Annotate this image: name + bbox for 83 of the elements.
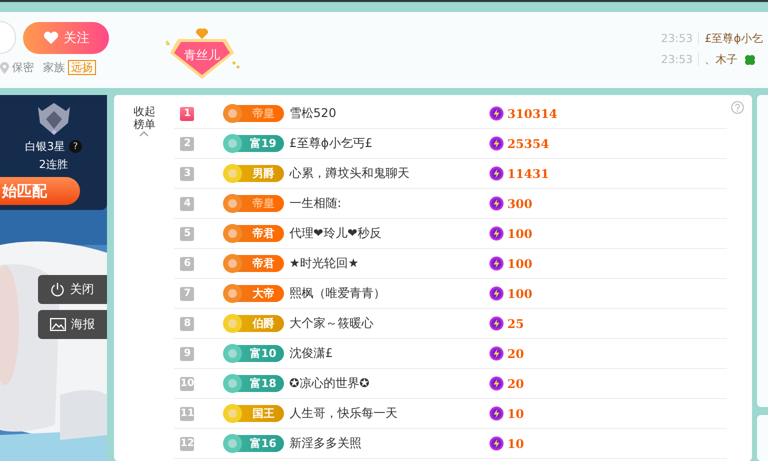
lightning-coin-icon [489, 196, 504, 211]
fan-badge-label: 青丝儿 [184, 46, 220, 64]
lightning-coin-icon [489, 406, 504, 421]
rank-number: 8 [180, 316, 194, 330]
rank-number: 3 [180, 166, 194, 180]
contribution-value: 300 [507, 196, 532, 210]
clover-icon [744, 54, 756, 66]
chat-message: £至尊ɸ小乞 [704, 31, 763, 46]
user-name: 新淫多多关照 [289, 435, 362, 452]
user-name: 人生哥，快乐每一天 [289, 405, 398, 422]
contribution-value: 10 [507, 436, 524, 450]
user-name: 熙枫（唯爱青青） [289, 285, 386, 302]
rank-number: 6 [180, 256, 194, 270]
user-name: 雪松520 [289, 105, 338, 122]
level-badge: 大帝 [224, 285, 284, 302]
rank-number: 9 [180, 346, 194, 360]
lightning-coin-icon [489, 136, 504, 151]
family-tag: 远扬 [68, 60, 96, 75]
side-button[interactable]: 海报 [38, 310, 108, 339]
level-badge: 帝皇 [224, 105, 284, 122]
lightning-coin-icon [489, 256, 504, 271]
lightning-coin-icon [489, 316, 504, 331]
collapse-link[interactable]: 收起榜单 [132, 105, 156, 131]
contribution-value: 11431 [507, 166, 550, 180]
contribution-value: 20 [507, 376, 524, 390]
level-badge: 伯爵 [224, 315, 284, 332]
chevron-up-icon[interactable] [139, 131, 150, 137]
contribution-value: 25354 [507, 136, 550, 150]
win-streak: 2连胜 [39, 157, 68, 172]
contribution-value: 310314 [507, 106, 558, 120]
level-badge: 富16 [224, 435, 284, 452]
family-label: 家族 [43, 60, 65, 75]
user-name: 一生相随: [289, 195, 342, 212]
power-icon [50, 282, 65, 297]
help-icon[interactable] [731, 101, 744, 114]
chat-time: 23:53 [661, 53, 699, 66]
lightning-coin-icon [489, 346, 504, 361]
rank-number: 5 [180, 226, 194, 240]
contribution-value: 20 [507, 346, 524, 360]
level-badge: 国王 [224, 405, 284, 422]
rank-number: 7 [180, 286, 194, 300]
level-badge: 富18 [224, 375, 284, 392]
image-icon [50, 318, 66, 331]
rank-number: 11 [180, 406, 194, 420]
level-badge: 帝君 [224, 225, 284, 242]
lightning-coin-icon [489, 376, 504, 391]
user-name: 心累，蹲坟头和鬼聊天 [289, 165, 410, 182]
user-name: ✪凉心的世界✪ [289, 375, 370, 392]
heart-icon [42, 30, 58, 44]
contribution-value: 100 [507, 226, 532, 240]
chat-time: 23:53 [661, 32, 699, 45]
level-badge: 富10 [224, 345, 284, 362]
rank-number: 2 [180, 136, 194, 150]
contribution-value: 10 [507, 406, 524, 420]
lightning-coin-icon [489, 226, 504, 241]
user-name: 大个家～筱暖心 [289, 315, 374, 332]
rank-title: 白银3星 [25, 139, 65, 154]
user-name: ★时光轮回★ [289, 255, 360, 272]
contribution-value: 100 [507, 256, 532, 270]
rank-number: 10 [180, 376, 194, 390]
user-name: 沈俊潇£ [289, 345, 334, 362]
rank-number: 1 [180, 106, 194, 120]
contribution-value: 100 [507, 286, 532, 300]
level-badge: 帝皇 [224, 195, 284, 212]
rank-number: 4 [180, 196, 194, 210]
rank-emblem-icon [36, 101, 72, 137]
side-button[interactable]: 关闭 [38, 275, 108, 304]
level-badge: 帝君 [224, 255, 284, 272]
help-button[interactable]: ? [69, 140, 82, 153]
lightning-coin-icon [489, 286, 504, 301]
level-badge: 富19 [224, 135, 284, 152]
user-name: £至尊ɸ小乞丐£ [289, 135, 374, 152]
user-name: 代理❤玲儿❤秒反 [289, 225, 382, 242]
chat-message: 、木子 [704, 52, 738, 67]
level-badge: 男爵 [224, 165, 284, 182]
rank-number: 12 [180, 436, 194, 450]
round-button[interactable] [0, 21, 16, 54]
lightning-coin-icon [489, 166, 504, 181]
lightning-coin-icon [489, 106, 504, 121]
location-text: 保密 [12, 60, 34, 75]
contribution-value: 25 [507, 316, 524, 330]
lightning-coin-icon [489, 436, 504, 451]
side-panel [757, 415, 768, 461]
